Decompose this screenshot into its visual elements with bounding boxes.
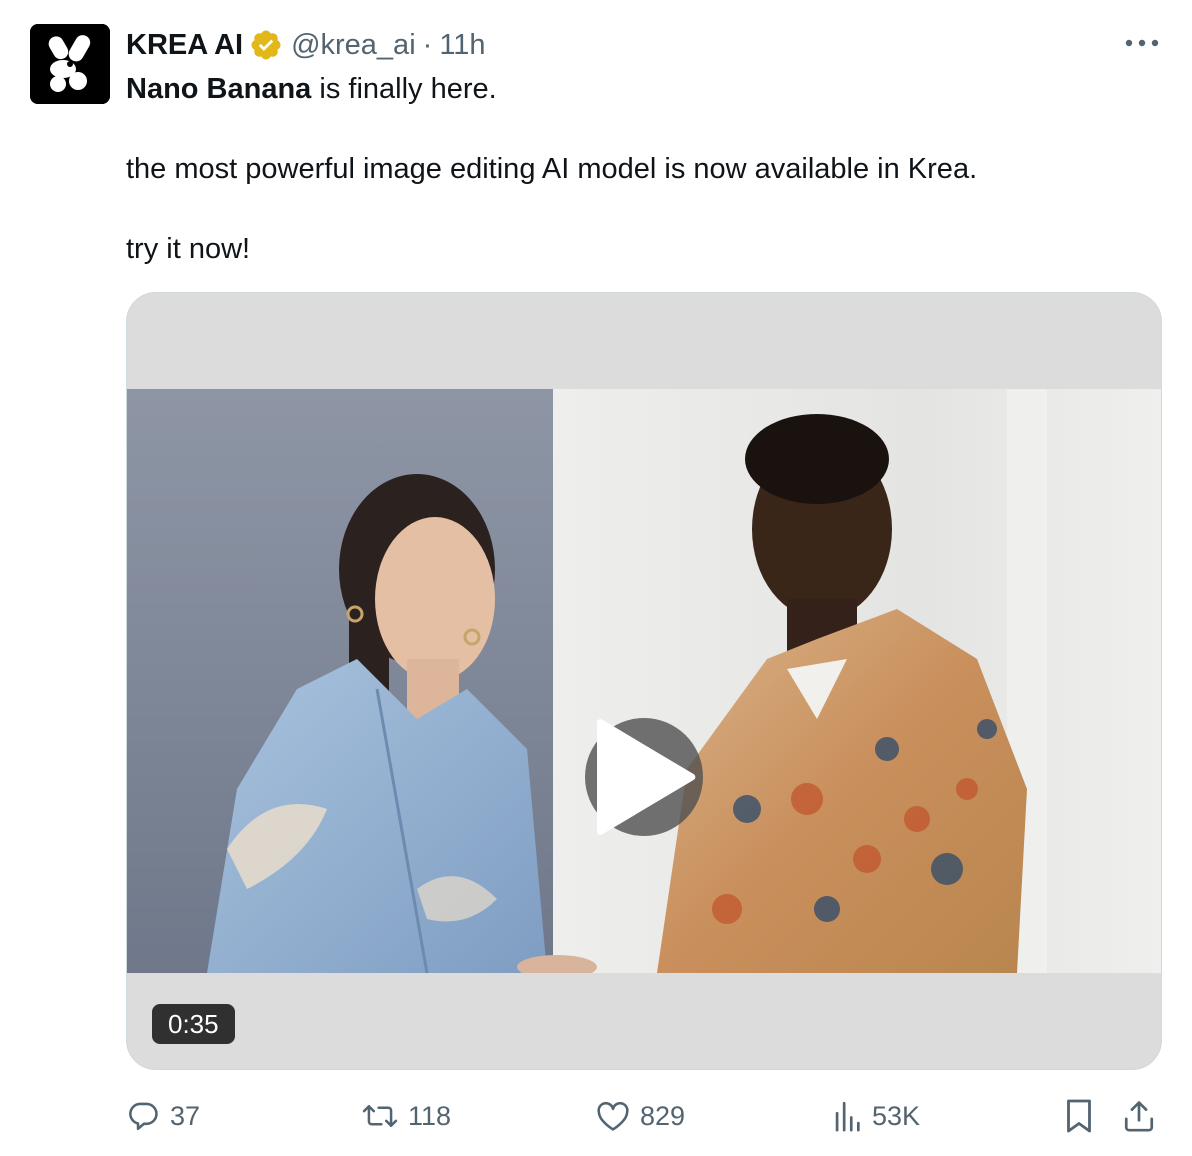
repost-icon (362, 1105, 398, 1127)
post-text-rest: is finally here. (311, 73, 497, 105)
post-header: KREA AI @krea_ai · 11h (126, 26, 486, 64)
video-player[interactable]: 0:35 (126, 292, 1162, 1070)
like-count: 829 (640, 1100, 686, 1131)
heart-icon (597, 1101, 629, 1131)
repost-button[interactable]: 118 (362, 1092, 451, 1140)
author-name[interactable]: KREA AI (126, 29, 243, 62)
reply-button[interactable]: 37 (126, 1092, 200, 1140)
more-button[interactable] (1122, 30, 1162, 56)
views-count: 53K (872, 1100, 921, 1131)
play-button[interactable] (585, 718, 703, 836)
views-icon (835, 1101, 860, 1132)
share-button[interactable] (1122, 1092, 1156, 1140)
post-text-line-2: the most powerful image editing AI model… (126, 153, 978, 185)
bookmark-icon (1067, 1099, 1091, 1133)
play-icon (597, 719, 696, 835)
action-bar: 37 118 829 53K (126, 1092, 1162, 1140)
post-timestamp[interactable]: 11h (439, 29, 485, 62)
post-text-bold: Nano Banana (126, 73, 312, 105)
video-thumbnail[interactable] (127, 389, 1161, 973)
avatar[interactable] (30, 24, 110, 104)
views-button[interactable]: 53K (832, 1092, 920, 1140)
more-icon (1125, 39, 1159, 47)
share-icon (1124, 1101, 1154, 1132)
like-button[interactable]: 829 (596, 1092, 685, 1140)
reply-icon (129, 1102, 158, 1131)
video-duration: 0:35 (152, 1004, 235, 1044)
reply-count: 37 (170, 1100, 201, 1131)
krea-logo-icon (30, 24, 110, 104)
bookmark-button[interactable] (1064, 1092, 1094, 1140)
separator-dot: · (422, 28, 433, 61)
video-thumbnail-image (127, 389, 1161, 973)
repost-count: 118 (408, 1100, 452, 1131)
post-text-line-1: Nano Banana is finally here. (126, 70, 497, 108)
author-handle[interactable]: @krea_ai (291, 29, 416, 62)
post-text-line-3: try it now! (126, 233, 251, 265)
verified-badge-icon[interactable] (249, 28, 283, 62)
